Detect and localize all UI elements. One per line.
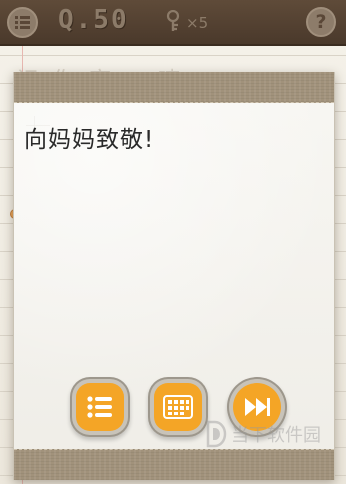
tape-bottom [14,449,334,480]
dialog-message: 向妈妈致敬! [24,127,155,153]
message-dialog: 向妈妈致敬! [13,72,335,480]
key-count: ×5 [186,14,209,32]
skip-button[interactable] [233,383,281,431]
fast-forward-icon [245,398,270,416]
level-list-button[interactable] [76,383,124,431]
tape-top [14,72,334,103]
help-button[interactable]: ? [306,7,336,37]
grid-icon [163,395,193,419]
key-icon [166,10,180,31]
level-number: Q.50 [58,5,129,35]
top-bar: Q.50 ×5 ? [0,0,346,46]
menu-icon[interactable] [7,7,38,38]
list-icon [87,396,112,418]
level-select-button[interactable] [154,383,202,431]
